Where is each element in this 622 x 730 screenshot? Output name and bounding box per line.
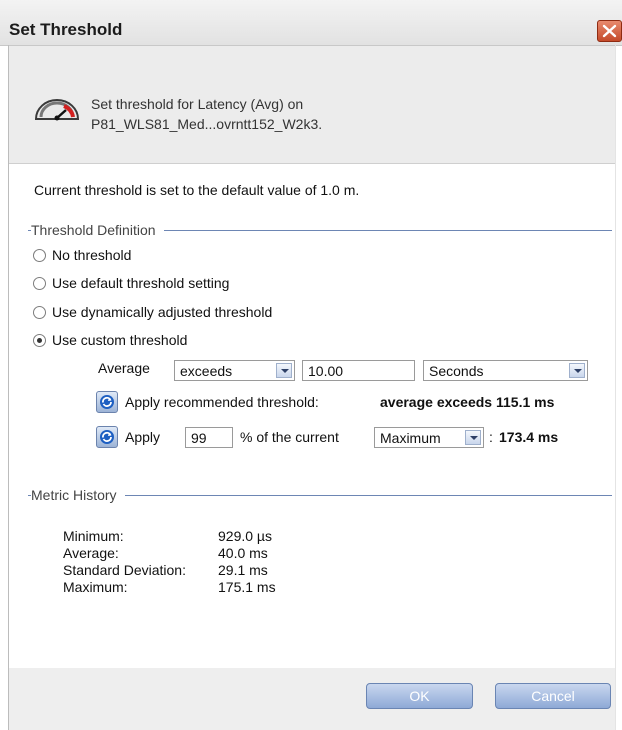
average-label: Average [98, 360, 150, 376]
refresh-arrow-icon [100, 430, 114, 444]
unit-select[interactable]: Seconds [423, 360, 588, 381]
recommended-threshold-text: Apply recommended threshold: [125, 394, 319, 410]
chevron-down-icon[interactable] [569, 363, 585, 378]
threshold-value-input[interactable]: 10.00 [302, 360, 415, 381]
apply-percent-label: Apply [125, 429, 161, 445]
close-button[interactable] [597, 20, 622, 42]
stat-value-std-deviation: 29.1 ms [218, 562, 268, 578]
threshold-value: 10.00 [308, 363, 344, 379]
percent-value: 99 [191, 430, 207, 446]
percent-basis-select[interactable]: Maximum [374, 427, 484, 448]
colon-separator: : [489, 429, 493, 445]
stat-label-minimum: Minimum: [63, 528, 124, 544]
close-icon [602, 24, 617, 38]
chevron-down-icon[interactable] [465, 430, 481, 445]
percent-basis-value: Maximum [380, 430, 441, 446]
window-border-right [615, 45, 616, 730]
ok-button[interactable]: OK [366, 683, 473, 709]
cancel-button[interactable]: Cancel [495, 683, 611, 709]
radio-no-threshold[interactable]: No threshold [33, 245, 131, 265]
stat-value-maximum: 175.1 ms [218, 579, 276, 595]
stat-label-average: Average: [63, 545, 119, 561]
radio-button[interactable] [33, 248, 46, 262]
radio-button[interactable] [33, 305, 46, 319]
comparison-select[interactable]: exceeds [174, 360, 295, 381]
refresh-arrow-icon [100, 395, 114, 409]
stat-value-average: 40.0 ms [218, 545, 268, 561]
radio-button-selected[interactable] [33, 333, 46, 347]
radio-label: Use default threshold setting [52, 275, 230, 291]
gauge-icon [34, 99, 80, 121]
comparison-value: exceeds [180, 363, 233, 379]
threshold-definition-title: Threshold Definition [31, 222, 164, 238]
radio-default-threshold[interactable]: Use default threshold setting [33, 273, 229, 293]
stat-value-minimum: 929.0 µs [218, 528, 272, 544]
chevron-down-icon[interactable] [276, 363, 292, 378]
percent-input[interactable]: 99 [185, 427, 233, 448]
radio-label: Use custom threshold [52, 332, 188, 348]
dialog-title: Set Threshold [9, 20, 123, 39]
apply-percent-button[interactable] [96, 426, 118, 448]
header-line-1: Set threshold for Latency (Avg) on [91, 96, 304, 112]
radio-label: No threshold [52, 247, 132, 263]
set-threshold-dialog: Set Threshold Set threshold for Latency … [0, 0, 622, 730]
percent-result-value: 173.4 ms [499, 429, 559, 445]
radio-dynamic-threshold[interactable]: Use dynamically adjusted threshold [33, 302, 272, 322]
metric-history-title: Metric History [31, 487, 125, 503]
radio-button[interactable] [33, 276, 46, 290]
unit-value: Seconds [429, 363, 484, 379]
radio-custom-threshold[interactable]: Use custom threshold [33, 330, 187, 350]
stat-label-std-deviation: Standard Deviation: [63, 562, 186, 578]
apply-recommended-button[interactable] [96, 391, 118, 413]
current-threshold-text: Current threshold is set to the default … [34, 182, 360, 198]
stat-label-maximum: Maximum: [63, 579, 128, 595]
header-line-2: P81_WLS81_Med...ovrntt152_W2k3. [91, 116, 323, 132]
title-bar[interactable]: Set Threshold [0, 0, 622, 46]
recommended-threshold-value: average exceeds 115.1 ms [380, 394, 555, 410]
radio-label: Use dynamically adjusted threshold [52, 304, 273, 320]
percent-of-current-label: % of the current [240, 429, 339, 445]
